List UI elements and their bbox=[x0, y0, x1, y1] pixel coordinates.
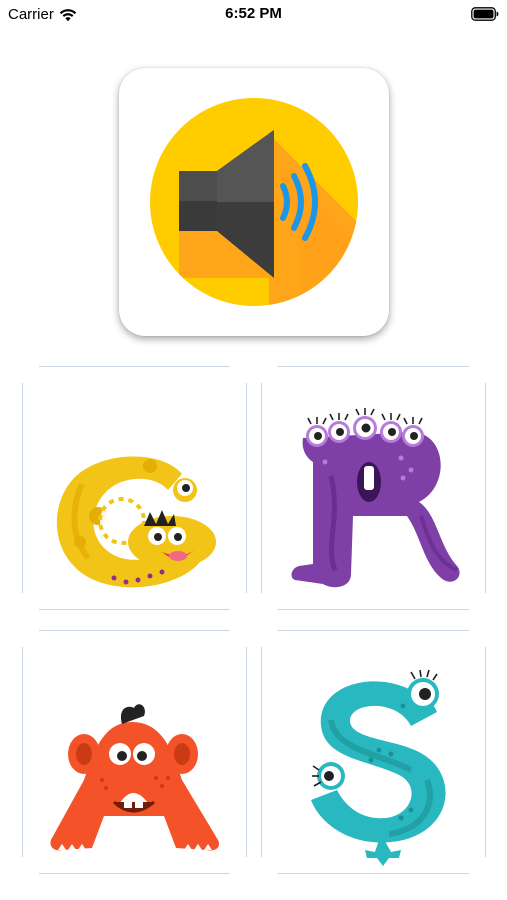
monster-letter-c-icon bbox=[56, 456, 216, 588]
letter-card-c[interactable] bbox=[22, 366, 247, 610]
app-screen: Carrier 6:52 PM bbox=[0, 0, 507, 900]
speaker-volume-icon bbox=[150, 98, 358, 306]
letter-card-s[interactable] bbox=[261, 630, 486, 874]
letter-card-r[interactable] bbox=[261, 366, 486, 610]
status-bar: Carrier 6:52 PM bbox=[0, 0, 507, 30]
monster-letter-a-icon bbox=[50, 704, 220, 851]
battery-icon bbox=[471, 7, 499, 21]
play-sound-button[interactable] bbox=[119, 68, 389, 336]
monster-letter-r-icon bbox=[291, 408, 460, 588]
monster-letter-s-icon bbox=[311, 669, 446, 866]
status-time: 6:52 PM bbox=[225, 5, 282, 22]
letter-card-a[interactable] bbox=[22, 630, 247, 874]
